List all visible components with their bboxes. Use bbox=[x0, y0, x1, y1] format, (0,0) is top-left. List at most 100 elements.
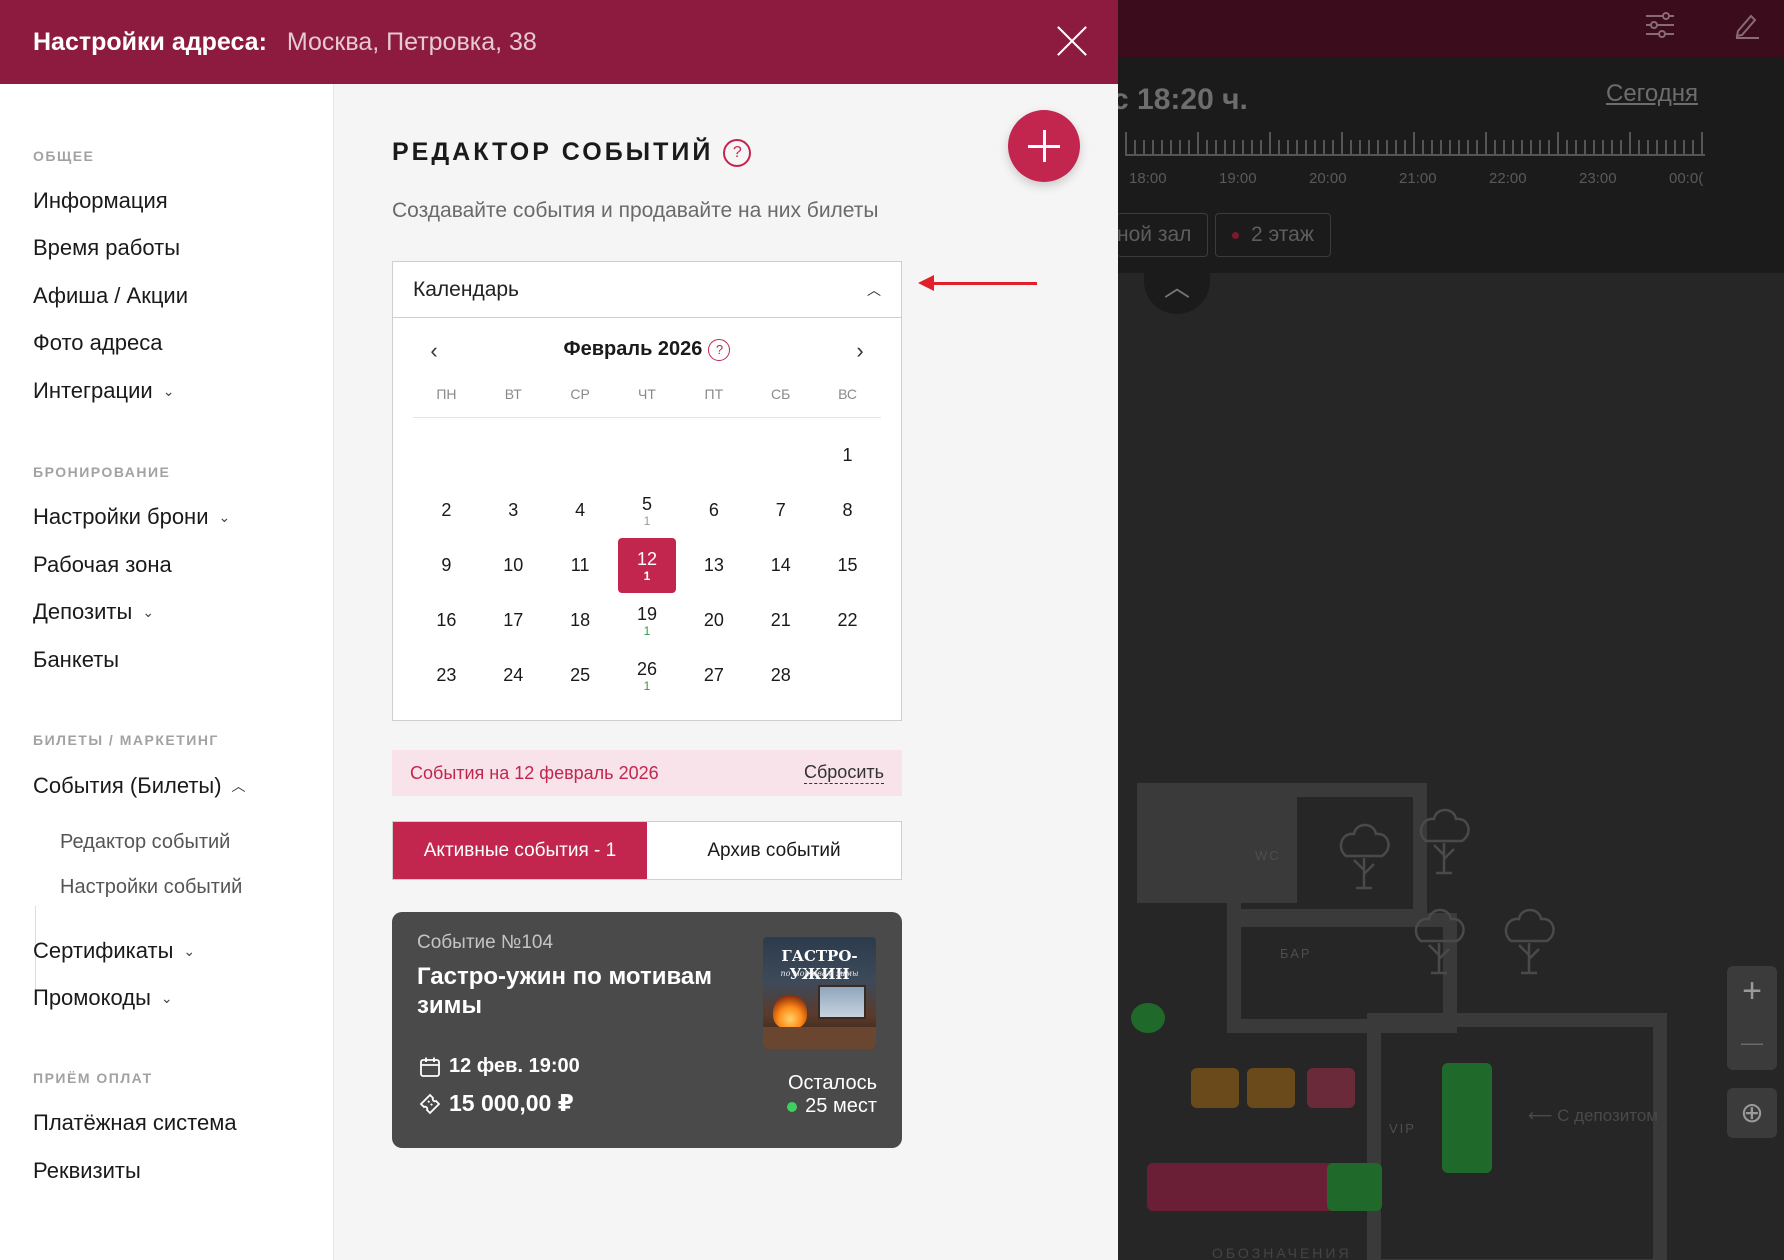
calendar-day[interactable]: 13 bbox=[680, 538, 747, 593]
time-tick bbox=[1404, 140, 1406, 154]
weekday-label: СБ bbox=[771, 386, 791, 402]
event-tabs: Активные события - 1 Архив событий bbox=[392, 821, 902, 880]
hour-label: 23:00 bbox=[1579, 170, 1617, 187]
sidebar-item-deposits[interactable]: Депозиты ⌄ bbox=[33, 599, 154, 625]
sidebar-item-afisha[interactable]: Афиша / Акции bbox=[33, 283, 188, 309]
calendar-empty-cell bbox=[547, 428, 614, 483]
calendar-day-number: 9 bbox=[441, 555, 452, 575]
sidebar-item-banquets[interactable]: Банкеты bbox=[33, 647, 119, 673]
locate-icon[interactable]: ⊕ bbox=[1727, 1088, 1777, 1138]
time-scale[interactable] bbox=[1125, 128, 1705, 156]
prev-month-icon[interactable]: ‹ bbox=[419, 338, 449, 364]
calendar-day[interactable]: 12 1 bbox=[617, 538, 677, 593]
time-tick bbox=[1674, 140, 1676, 154]
hour-label: 19:00 bbox=[1219, 170, 1257, 187]
sidebar-item-info[interactable]: Информация bbox=[33, 188, 168, 214]
calendar-empty-cell bbox=[747, 428, 814, 483]
calendar-day-number: 25 bbox=[570, 665, 591, 685]
calendar-day[interactable]: 21 bbox=[747, 593, 814, 648]
calendar-day-number: 1 bbox=[842, 445, 853, 465]
weekday-label: ВТ bbox=[504, 386, 522, 402]
calendar-day[interactable]: 7 bbox=[747, 483, 814, 538]
sidebar-item-integrations[interactable]: Интеграции ⌄ bbox=[33, 378, 174, 404]
calendar-panel: Календарь ︿ Февраль 2026? ‹ › ПН ВТ СР ЧТ ПТ… bbox=[392, 261, 902, 721]
deposit-note: ⟵ С депозитом bbox=[1528, 1106, 1658, 1125]
sidebar-item-events[interactable]: События (Билеты) ︿ bbox=[33, 773, 246, 799]
calendar-day[interactable]: 27 bbox=[680, 648, 747, 703]
calendar-day[interactable]: 17 bbox=[480, 593, 547, 648]
sidebar-item-requisites[interactable]: Реквизиты bbox=[33, 1158, 141, 1184]
time-tick bbox=[1386, 140, 1388, 154]
calendar-day[interactable]: 1 bbox=[814, 428, 881, 483]
calendar-day-number: 21 bbox=[770, 610, 791, 630]
zoom-in-button[interactable]: + bbox=[1727, 966, 1777, 1018]
calendar-dropdown[interactable]: Календарь ︿ bbox=[393, 262, 901, 318]
help-icon[interactable]: ? bbox=[708, 338, 731, 361]
section-payments: ПРИЁМ ОПЛАТ bbox=[33, 1070, 153, 1086]
calendar-day-event-count: 1 bbox=[643, 679, 651, 693]
edit-icon[interactable] bbox=[1712, 0, 1782, 50]
calendar-day[interactable]: 19 1 bbox=[614, 593, 681, 648]
calendar-day-number: 24 bbox=[503, 665, 524, 685]
add-event-button[interactable] bbox=[1008, 110, 1080, 182]
tab-active-events[interactable]: Активные события - 1 bbox=[393, 822, 647, 879]
sidebar-item-work-zone[interactable]: Рабочая зона bbox=[33, 552, 172, 578]
help-icon[interactable]: ? bbox=[723, 139, 752, 168]
floor-chip[interactable]: 2 этаж bbox=[1215, 213, 1331, 257]
annotation-arrow bbox=[925, 282, 1037, 285]
calendar-days: 1 2 3 4 5 1 6 7 8 9 10 11 12 1 13 14 15 16 17 18 19 1 20 21 22 23… bbox=[413, 428, 881, 703]
zoom-control[interactable]: + — bbox=[1727, 966, 1777, 1070]
tab-archive-events[interactable]: Архив событий bbox=[647, 822, 901, 879]
event-card[interactable]: Событие №104 Гастро-ужин по мотивам зимы… bbox=[392, 912, 902, 1148]
calendar-day[interactable]: 22 bbox=[814, 593, 881, 648]
calendar-day[interactable]: 11 bbox=[547, 538, 614, 593]
chevron-up-icon: ︿ bbox=[231, 778, 246, 794]
calendar-day[interactable]: 8 bbox=[814, 483, 881, 538]
sidebar-subitem-event-settings[interactable]: Настройки событий bbox=[60, 876, 242, 899]
calendar-empty-cell bbox=[814, 648, 881, 703]
weekday-label: ПТ bbox=[704, 386, 724, 402]
calendar-day[interactable]: 14 bbox=[747, 538, 814, 593]
filter-text: События на 12 февраль 2026 bbox=[410, 762, 659, 783]
sidebar-item-photos[interactable]: Фото адреса bbox=[33, 330, 162, 356]
sidebar-item-hours[interactable]: Время работы bbox=[33, 235, 180, 261]
calendar-day[interactable]: 28 bbox=[747, 648, 814, 703]
zoom-out-button[interactable]: — bbox=[1727, 1018, 1777, 1070]
calendar-day[interactable]: 20 bbox=[680, 593, 747, 648]
calendar-day[interactable]: 26 1 bbox=[614, 648, 681, 703]
today-link[interactable]: Сегодня bbox=[1606, 80, 1698, 108]
calendar-day[interactable]: 6 bbox=[680, 483, 747, 538]
calendar-day[interactable]: 3 bbox=[480, 483, 547, 538]
reset-filter-link[interactable]: Сбросить bbox=[803, 762, 884, 784]
hour-label: 18:00 bbox=[1129, 170, 1167, 187]
sidebar-item-booking-settings[interactable]: Настройки брони ⌄ bbox=[33, 504, 230, 530]
settings-sidebar: ОБЩЕЕ Информация Время работы Афиша / Ак… bbox=[0, 84, 334, 1260]
time-tick bbox=[1269, 132, 1271, 154]
hall-chip[interactable]: ной зал bbox=[1117, 213, 1209, 257]
close-icon[interactable] bbox=[1052, 21, 1092, 61]
calendar-day[interactable]: 25 bbox=[547, 648, 614, 703]
calendar-day-number: 20 bbox=[703, 610, 724, 630]
calendar-day[interactable]: 2 bbox=[413, 483, 480, 538]
sidebar-item-promocodes[interactable]: Промокоды ⌄ bbox=[33, 985, 173, 1011]
filter-icon[interactable] bbox=[1625, 0, 1695, 50]
calendar-day[interactable]: 16 bbox=[413, 593, 480, 648]
time-tick bbox=[1656, 140, 1658, 154]
calendar-day[interactable]: 18 bbox=[547, 593, 614, 648]
sidebar-item-certificates[interactable]: Сертификаты ⌄ bbox=[33, 938, 195, 964]
panel-header: Настройки адреса: Москва, Петровка, 38 bbox=[0, 0, 1118, 84]
time-tick bbox=[1170, 140, 1172, 154]
calendar-day[interactable]: 10 bbox=[480, 538, 547, 593]
calendar-day[interactable]: 24 bbox=[480, 648, 547, 703]
weekday-label: ВС bbox=[838, 386, 858, 402]
calendar-day[interactable]: 9 bbox=[413, 538, 480, 593]
next-month-icon[interactable]: › bbox=[845, 338, 875, 364]
calendar-day[interactable]: 51 bbox=[614, 483, 681, 538]
calendar-day[interactable]: 15 bbox=[814, 538, 881, 593]
weekday-label: ЧТ bbox=[638, 386, 656, 402]
calendar-day[interactable]: 23 bbox=[413, 648, 480, 703]
sidebar-subitem-event-editor[interactable]: Редактор событий bbox=[60, 831, 230, 854]
time-tick bbox=[1125, 132, 1127, 154]
calendar-day[interactable]: 4 bbox=[547, 483, 614, 538]
sidebar-item-payment-system[interactable]: Платёжная система bbox=[33, 1110, 237, 1136]
